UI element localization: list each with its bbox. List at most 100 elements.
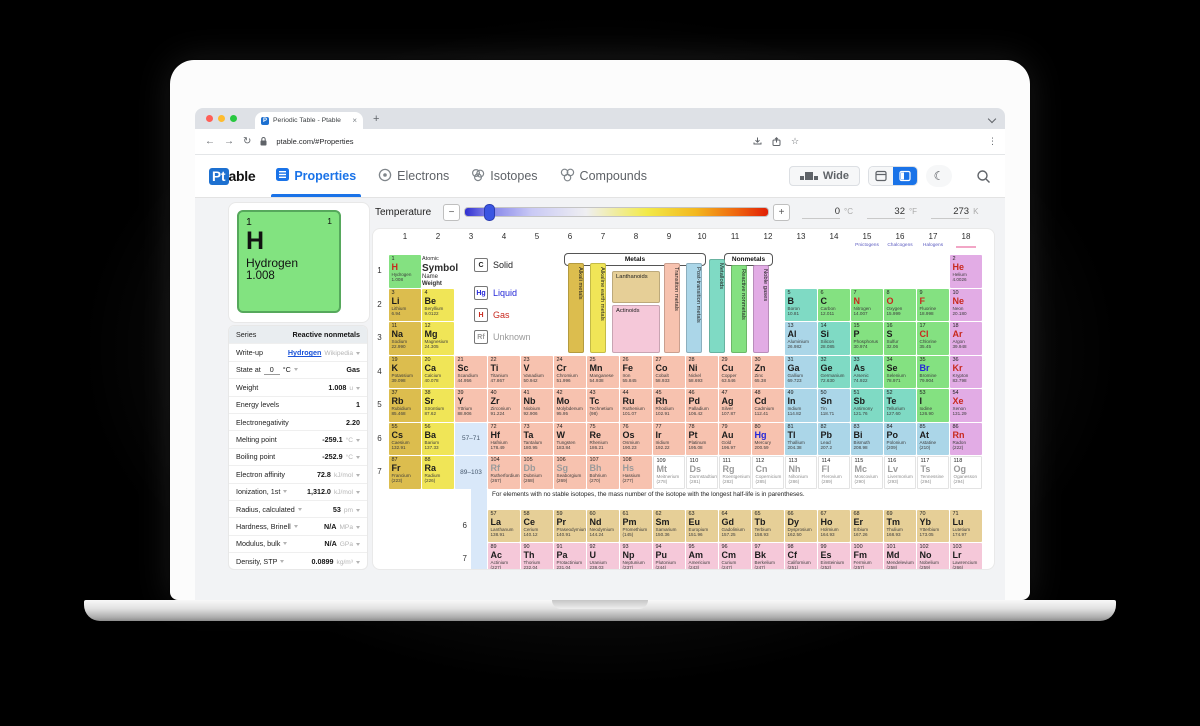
new-tab-button[interactable]: + (373, 113, 379, 125)
tab-electrons[interactable]: Electrons (367, 155, 460, 197)
window-minimize-button[interactable] (218, 115, 225, 122)
element-cell-Hs[interactable]: 108HsHassium(277) (620, 456, 652, 489)
wide-toggle-button[interactable]: Wide (789, 166, 860, 186)
category-legend-alkali-metals[interactable]: Alkali metals (568, 263, 584, 353)
element-cell-He[interactable]: 2HeHelium4.0026 (950, 255, 982, 288)
selected-element-tile[interactable]: 1 1 H Hydrogen 1.008 (237, 210, 341, 313)
element-cell-K[interactable]: 19KPotassium39.098 (389, 356, 421, 389)
element-cell-Sc[interactable]: 21ScScandium44.956 (455, 356, 487, 389)
forward-icon[interactable]: → (224, 136, 234, 147)
element-cell-Al[interactable]: 13AlAluminium26.982 (785, 322, 817, 355)
element-cell-Ar[interactable]: 18ArArgon39.948 (950, 322, 982, 355)
element-cell-Am[interactable]: 95AmAmericium(243) (686, 543, 718, 570)
element-cell-Fe[interactable]: 26FeIron55.845 (620, 356, 652, 389)
element-cell-Ag[interactable]: 47AgSilver107.87 (719, 389, 751, 422)
element-cell-B[interactable]: 5BBoron10.81 (785, 289, 817, 322)
temperature-plus-button[interactable]: + (773, 204, 790, 221)
card-layout-button[interactable] (869, 167, 893, 185)
element-cell-Si[interactable]: 14SiSilicon28.085 (818, 322, 850, 355)
label-dropdown-caret[interactable] (294, 525, 298, 528)
element-cell-Mc[interactable]: 115McMoscovium(290) (851, 456, 883, 489)
element-cell-Hf[interactable]: 72HfHafnium178.49 (488, 423, 520, 456)
property-row[interactable]: State at0°CGas (229, 361, 367, 378)
state-temperature-input[interactable]: 0 (264, 365, 280, 375)
element-cell-Er[interactable]: 68ErErbium167.26 (851, 510, 883, 543)
element-cell-Th[interactable]: 90ThThorium232.04 (521, 543, 553, 570)
element-cell-Bh[interactable]: 107BhBohrium(270) (587, 456, 619, 489)
tab-close-icon[interactable]: × (352, 116, 357, 125)
property-row[interactable]: Modulus, bulkN/AGPa (229, 535, 367, 552)
property-row[interactable]: Energy levels1 (229, 396, 367, 413)
element-cell-Tm[interactable]: 69TmThulium168.93 (884, 510, 916, 543)
element-cell-Es[interactable]: 99EsEinsteinium(252) (818, 543, 850, 570)
element-cell-Rn[interactable]: 86RnRadon(222) (950, 423, 982, 456)
element-cell-No[interactable]: 102NoNobelium(259) (917, 543, 949, 570)
property-row[interactable]: Density, STP0.0899kg/m³ (229, 552, 367, 569)
category-legend-actinoids[interactable]: Actinoids (612, 305, 660, 353)
category-legend-transition-metals[interactable]: Transition metals (664, 263, 680, 353)
label-dropdown-caret[interactable] (294, 368, 298, 371)
tabstrip-chevron-icon[interactable] (988, 115, 996, 123)
element-cell-Mt[interactable]: 109MtMeitnerium(278) (653, 456, 685, 489)
element-cell-V[interactable]: 23VVanadium50.942 (521, 356, 553, 389)
element-cell-Pb[interactable]: 82PbLead207.2 (818, 423, 850, 456)
ptable-logo[interactable]: Ptable (209, 168, 255, 185)
element-cell-Kr[interactable]: 36KrKrypton83.798 (950, 356, 982, 389)
category-legend-lanthanoids[interactable]: Lanthanoids (612, 271, 660, 303)
category-legend-metalloids[interactable]: Metalloids (709, 259, 725, 353)
element-cell-Rg[interactable]: 111RgRoentgenium(282) (719, 456, 751, 489)
element-cell-Rf[interactable]: 104RfRutherfordium(267) (488, 456, 520, 489)
property-row[interactable]: Electronegativity2.20 (229, 413, 367, 430)
reload-icon[interactable]: ↻ (243, 136, 251, 147)
browser-tab[interactable]: P Periodic Table - Ptable × (255, 112, 363, 129)
element-cell-Xe[interactable]: 54XeXenon131.29 (950, 389, 982, 422)
temperature-minus-button[interactable]: − (443, 204, 460, 221)
actinide-placeholder[interactable]: 89–103 (455, 456, 487, 489)
element-cell-Tc[interactable]: 43TcTechnetium(98) (587, 389, 619, 422)
element-cell-O[interactable]: 8OOxygen15.999 (884, 289, 916, 322)
element-cell-Sg[interactable]: 106SgSeaborgium(269) (554, 456, 586, 489)
property-row[interactable]: Boiling point-252.9°C (229, 448, 367, 465)
element-cell-Se[interactable]: 34SeSelenium78.971 (884, 356, 916, 389)
element-cell-Be[interactable]: 4BeBeryllium9.0122 (422, 289, 454, 322)
element-cell-Gd[interactable]: 64GdGadolinium157.25 (719, 510, 751, 543)
celsius-input[interactable]: 0 (802, 206, 840, 219)
element-cell-Cf[interactable]: 98CfCalifornium(251) (785, 543, 817, 570)
element-cell-Ga[interactable]: 31GaGallium69.723 (785, 356, 817, 389)
element-cell-Re[interactable]: 75ReRhenium186.21 (587, 423, 619, 456)
element-cell-Zn[interactable]: 30ZnZinc65.38 (752, 356, 784, 389)
element-cell-S[interactable]: 16SSulfur32.06 (884, 322, 916, 355)
element-cell-I[interactable]: 53IIodine126.90 (917, 389, 949, 422)
element-cell-F[interactable]: 9FFluorine18.998 (917, 289, 949, 322)
writeup-link[interactable]: Hydrogen (288, 348, 322, 357)
kelvin-input[interactable]: 273 (931, 206, 969, 219)
element-cell-Na[interactable]: 11NaSodium22.990 (389, 322, 421, 355)
bookmark-star-icon[interactable]: ☆ (791, 136, 799, 147)
label-dropdown-caret[interactable] (298, 508, 302, 511)
element-cell-As[interactable]: 33AsArsenic74.922 (851, 356, 883, 389)
element-cell-Ac[interactable]: 89AcActinium(227) (488, 543, 520, 570)
element-cell-Dy[interactable]: 66DyDysprosium162.50 (785, 510, 817, 543)
element-cell-Zr[interactable]: 40ZrZirconium91.224 (488, 389, 520, 422)
element-cell-Lr[interactable]: 103LrLawrencium(266) (950, 543, 982, 570)
label-dropdown-caret[interactable] (283, 490, 287, 493)
element-cell-Fr[interactable]: 87FrFrancium(223) (389, 456, 421, 489)
element-cell-Np[interactable]: 93NpNeptunium(237) (620, 543, 652, 570)
download-icon[interactable] (753, 137, 762, 146)
temperature-slider[interactable] (464, 207, 769, 217)
element-cell-Sb[interactable]: 51SbAntimony121.76 (851, 389, 883, 422)
element-cell-Lv[interactable]: 116LvLivermorium(293) (884, 456, 916, 489)
tab-compounds[interactable]: Compounds (549, 155, 658, 197)
element-cell-Ne[interactable]: 10NeNeon20.180 (950, 289, 982, 322)
element-cell-Y[interactable]: 39YYttrium88.906 (455, 389, 487, 422)
property-row[interactable]: Ionization, 1st1,312.0kJ/mol (229, 483, 367, 500)
element-cell-Rh[interactable]: 45RhRhodium102.91 (653, 389, 685, 422)
value-dropdown-caret[interactable] (356, 491, 360, 494)
element-cell-H[interactable]: 1HHydrogen1.008 (389, 255, 421, 288)
element-cell-In[interactable]: 49InIndium114.82 (785, 389, 817, 422)
element-cell-Sr[interactable]: 38SrStrontium87.62 (422, 389, 454, 422)
element-cell-Os[interactable]: 76OsOsmium190.23 (620, 423, 652, 456)
element-cell-P[interactable]: 15PPhosphorus30.974 (851, 322, 883, 355)
element-cell-Bi[interactable]: 83BiBismuth208.98 (851, 423, 883, 456)
category-legend-noble-gases[interactable]: Noble gases (753, 265, 769, 353)
